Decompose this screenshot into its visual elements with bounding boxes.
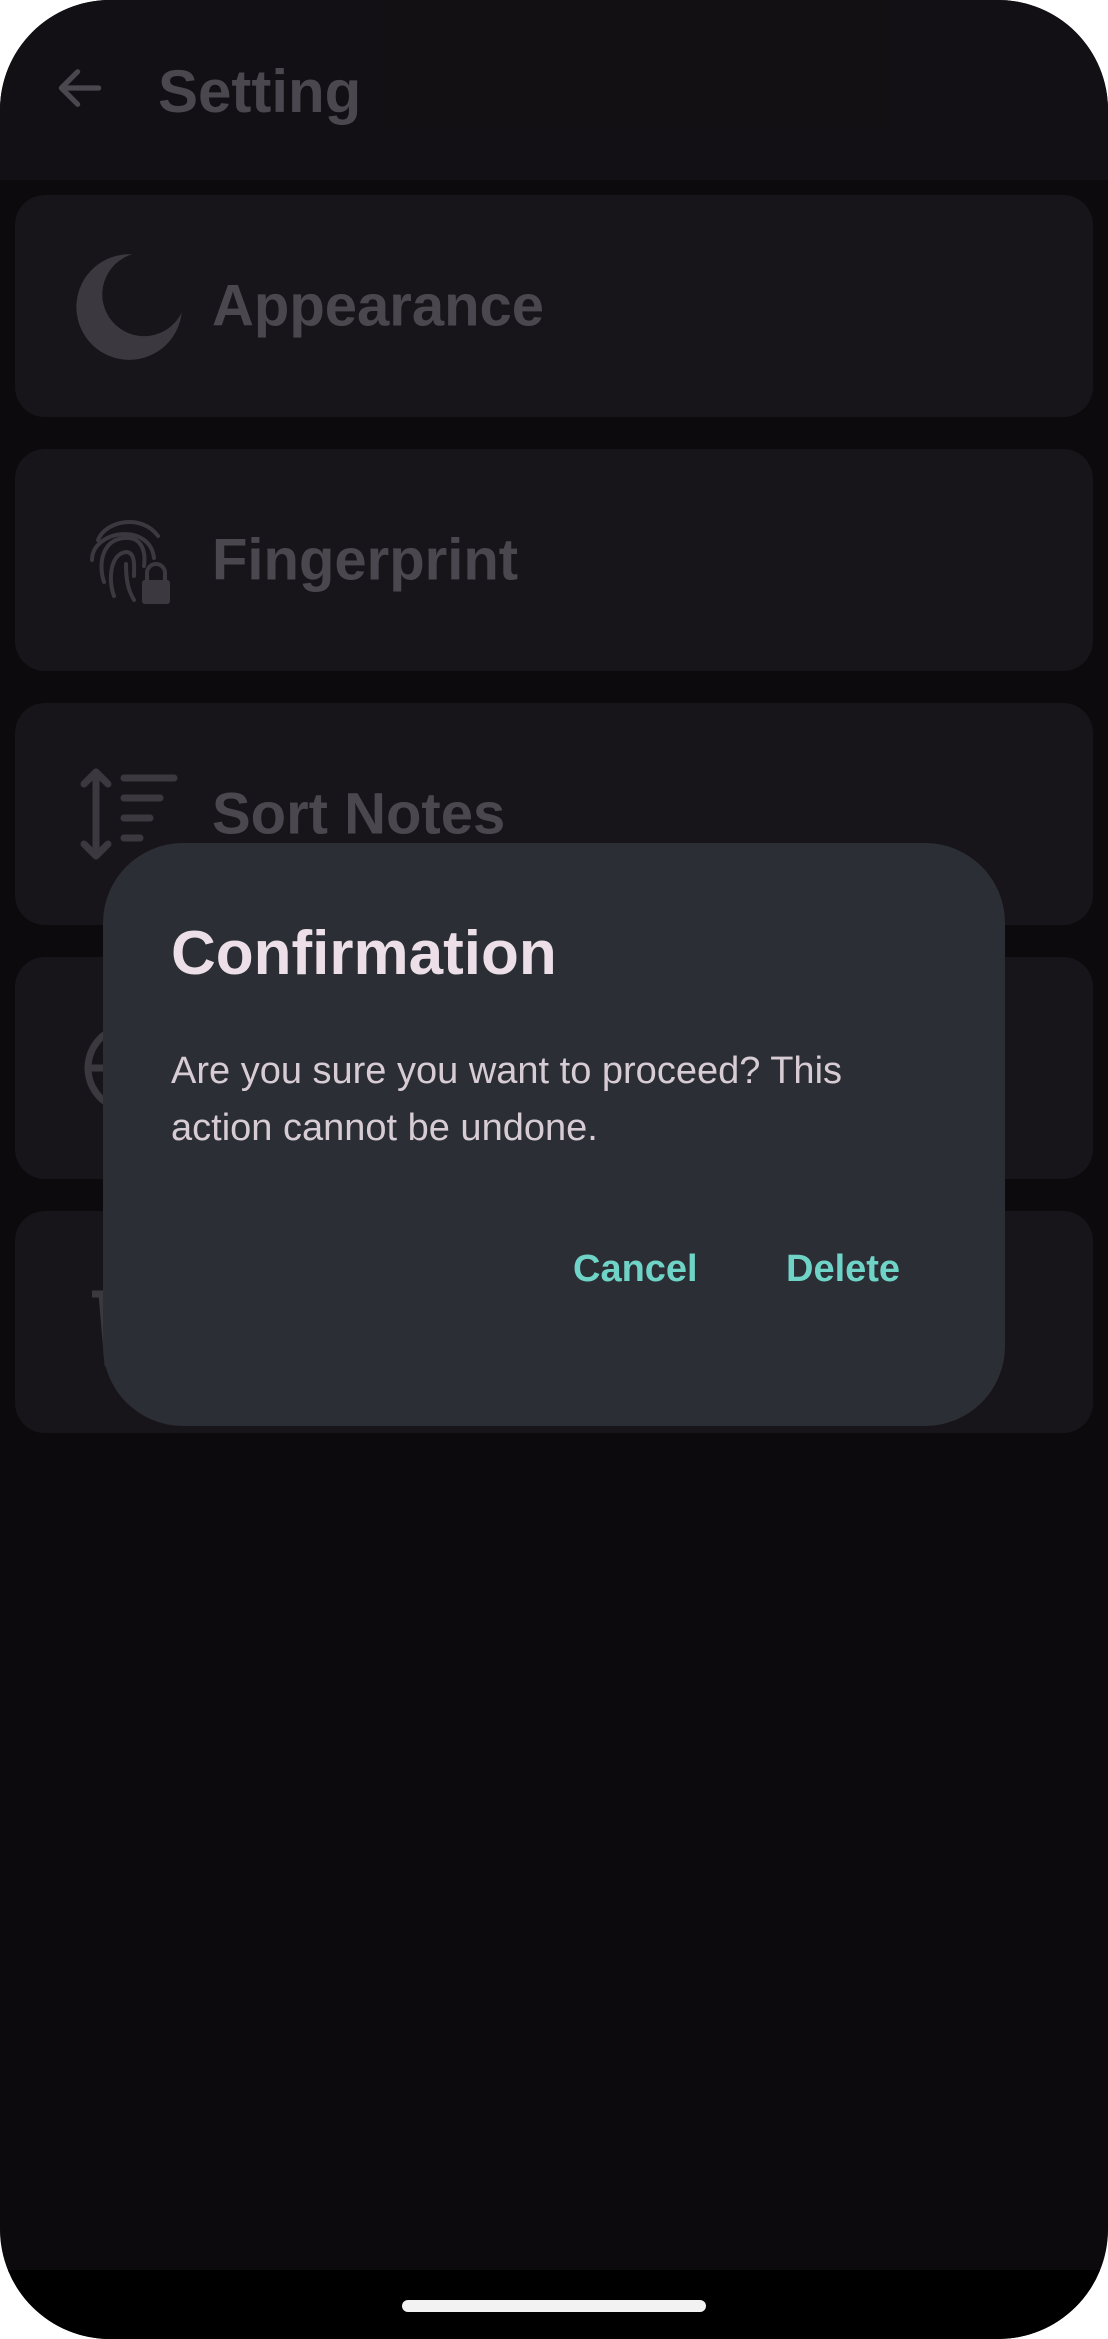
home-gesture-handle[interactable] (402, 2300, 706, 2312)
delete-button[interactable]: Delete (786, 1248, 900, 1291)
confirmation-dialog: Confirmation Are you sure you want to pr… (103, 843, 1005, 1426)
cancel-button[interactable]: Cancel (573, 1248, 698, 1291)
phone-screen: Setting Appearance Fingerprint (0, 0, 1108, 2339)
dialog-message: Are you sure you want to proceed? This a… (171, 1050, 843, 1149)
dialog-title: Confirmation (171, 919, 557, 988)
